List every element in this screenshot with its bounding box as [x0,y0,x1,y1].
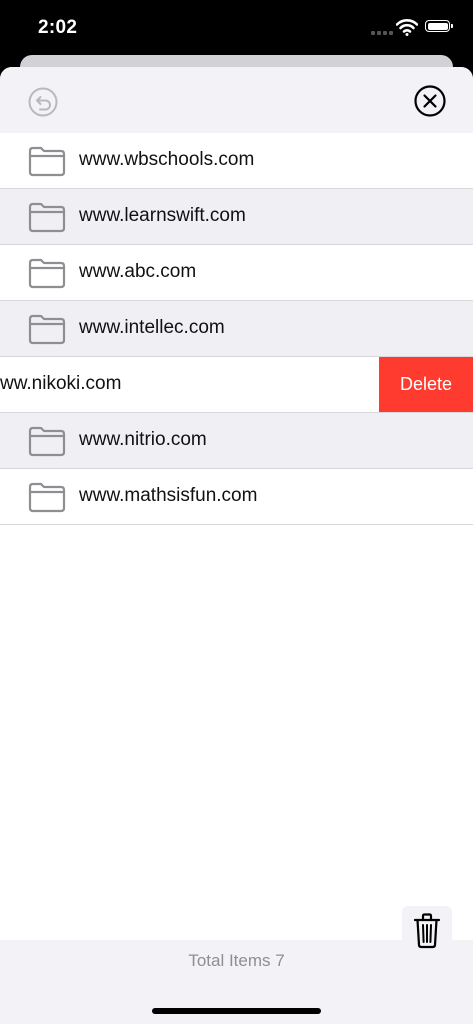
status-time: 2:02 [38,17,78,38]
list-item-label: www.mathsisfun.com [79,485,258,506]
list-item-label: www.intellec.com [79,317,225,338]
folder-icon [28,258,66,289]
trash-icon [413,913,441,949]
sheet-header [0,67,473,133]
list-item-label: www.abc.com [79,261,197,282]
list-item[interactable]: www.abc.com [0,245,473,301]
status-bar: 2:02 [0,0,473,56]
close-icon[interactable] [413,84,447,118]
list-item[interactable]: www.learnswift.com [0,189,473,245]
list-item[interactable]: www.nitrio.com [0,413,473,469]
home-indicator[interactable] [152,1008,321,1014]
wifi-icon [396,19,418,36]
total-items-label: Total Items 7 [188,951,285,970]
bookmarks-sheet: www.wbschools.com www.learnswift.com www… [0,67,473,1024]
folder-icon [28,146,66,177]
list-item-label: www.learnswift.com [79,205,246,226]
list-item-label: www.nitrio.com [79,429,207,450]
folder-icon [28,426,66,457]
list-item-label: ww.nikoki.com [0,373,122,394]
battery-icon [425,20,453,32]
undo-icon[interactable] [27,86,59,118]
bookmark-list: www.wbschools.com www.learnswift.com www… [0,133,473,525]
folder-icon [28,314,66,345]
folder-icon [28,202,66,233]
folder-icon [28,482,66,513]
list-item-swiped[interactable]: ww.nikoki.com Delete [0,357,473,413]
delete-button[interactable]: Delete [379,357,473,412]
list-item[interactable]: www.wbschools.com [0,133,473,189]
list-item-label: www.wbschools.com [79,149,255,170]
list-item[interactable]: www.intellec.com [0,301,473,357]
list-item[interactable]: www.mathsisfun.com [0,469,473,525]
trash-button[interactable] [402,906,452,956]
